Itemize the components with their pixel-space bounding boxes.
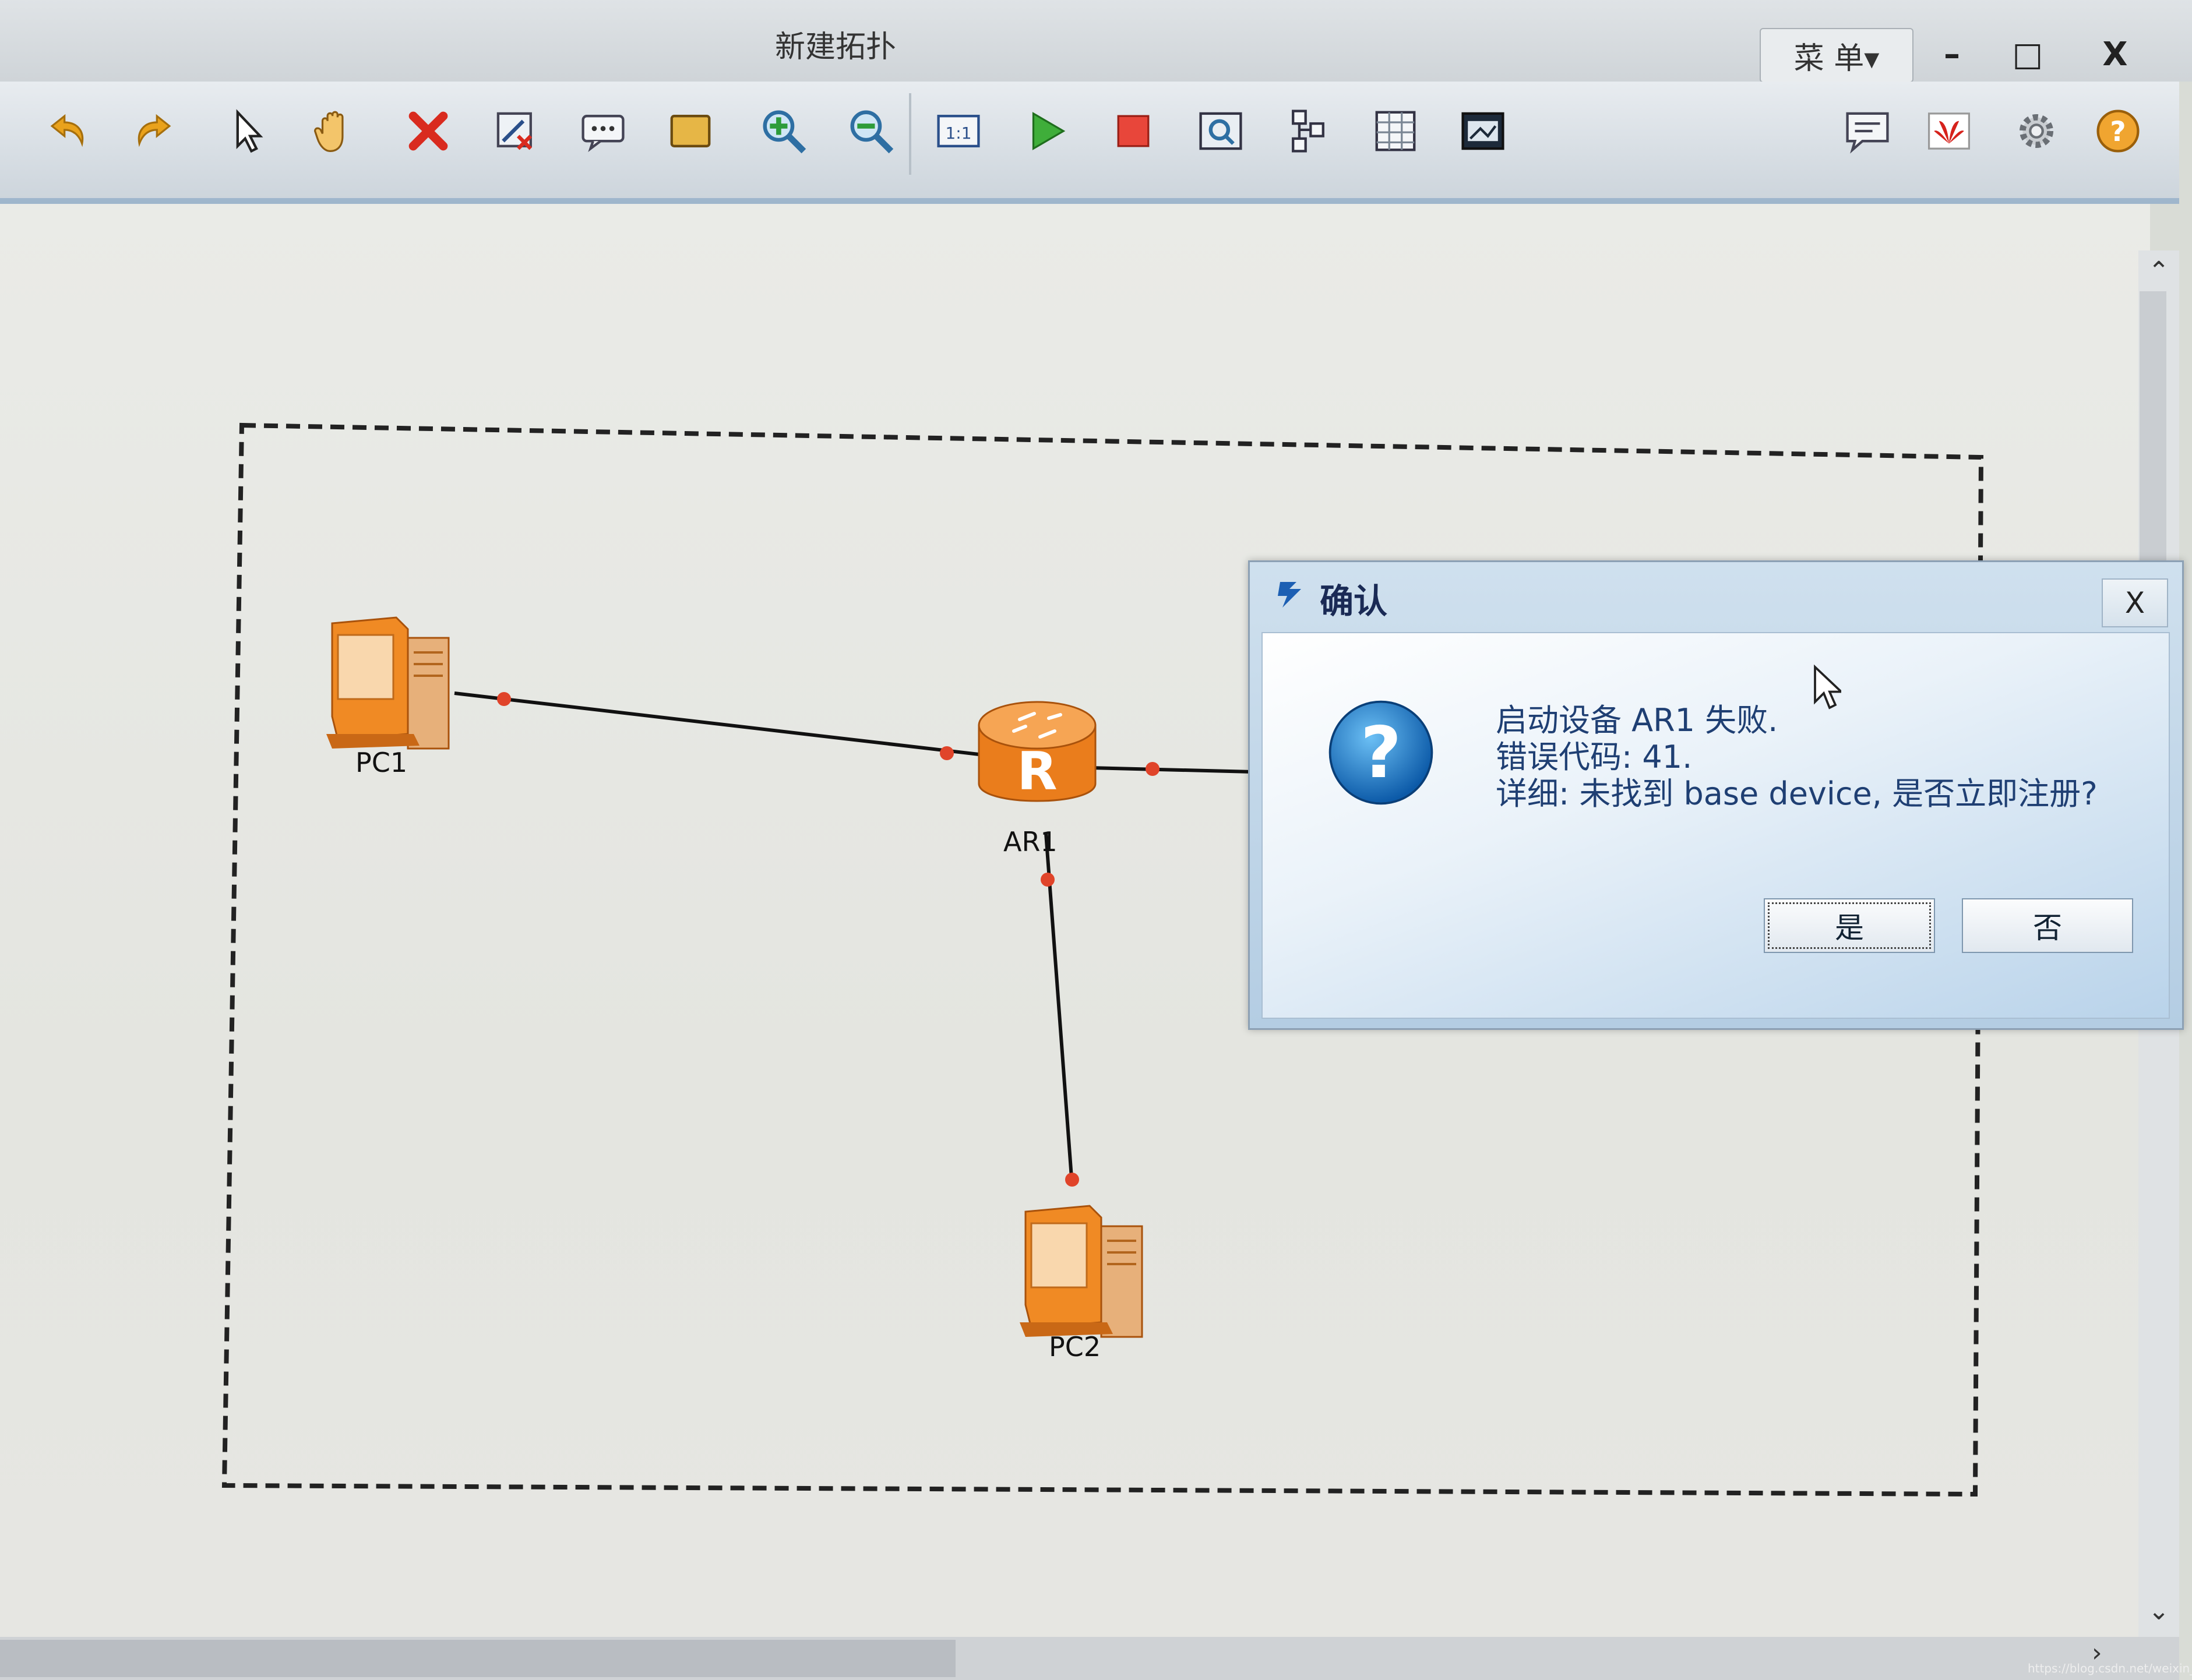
port-dot[interactable]: [940, 746, 954, 760]
dialog-body: ? 启动设备 AR1 失败. 错误代码: 41. 详细: 未找到 base de…: [1261, 632, 2170, 1019]
ar1-label: AR1: [1003, 826, 1058, 857]
dialog-close-button[interactable]: X: [2102, 578, 2168, 627]
link-ar1-right[interactable]: [1089, 766, 1253, 774]
no-button[interactable]: 否: [1962, 898, 2133, 953]
dialog-title: 确认: [1320, 581, 1388, 621]
link-pc1-ar1[interactable]: [454, 691, 979, 756]
pc2-label: PC2: [1049, 1331, 1101, 1363]
svg-text:?: ?: [1361, 711, 1402, 794]
yes-button[interactable]: 是: [1764, 898, 1935, 953]
watermark-text: https://blog.csdn.net/weixin_51645154: [2028, 1661, 2192, 1675]
ar1-router-icon[interactable]: R: [978, 701, 1097, 802]
scroll-up-arrow-icon[interactable]: ⌃: [2138, 256, 2179, 291]
pc1-device-icon[interactable]: [326, 616, 450, 750]
port-dot[interactable]: [1146, 762, 1160, 776]
scroll-down-arrow-icon[interactable]: ⌄: [2138, 1596, 2179, 1631]
dialog-detail: 详细: 未找到 base device, 是否立即注册?: [1496, 775, 2098, 812]
pc1-label: PC1: [355, 747, 408, 778]
port-dot[interactable]: [1041, 873, 1055, 887]
mouse-cursor-icon: [1814, 664, 1841, 710]
router-glyph: R: [1017, 741, 1057, 802]
pc2-device-icon[interactable]: [1020, 1205, 1143, 1338]
port-dot[interactable]: [497, 692, 511, 706]
port-dot[interactable]: [1065, 1173, 1079, 1187]
question-icon: ?: [1328, 700, 1433, 805]
horizontal-scroll-thumb[interactable]: [0, 1640, 956, 1677]
ensp-logo-icon: [1278, 582, 1301, 608]
confirm-dialog: 确认 X ? 启动设备 AR1 失败. 错误代码: 41. 详细: 未找到 ba…: [1248, 560, 2184, 1030]
